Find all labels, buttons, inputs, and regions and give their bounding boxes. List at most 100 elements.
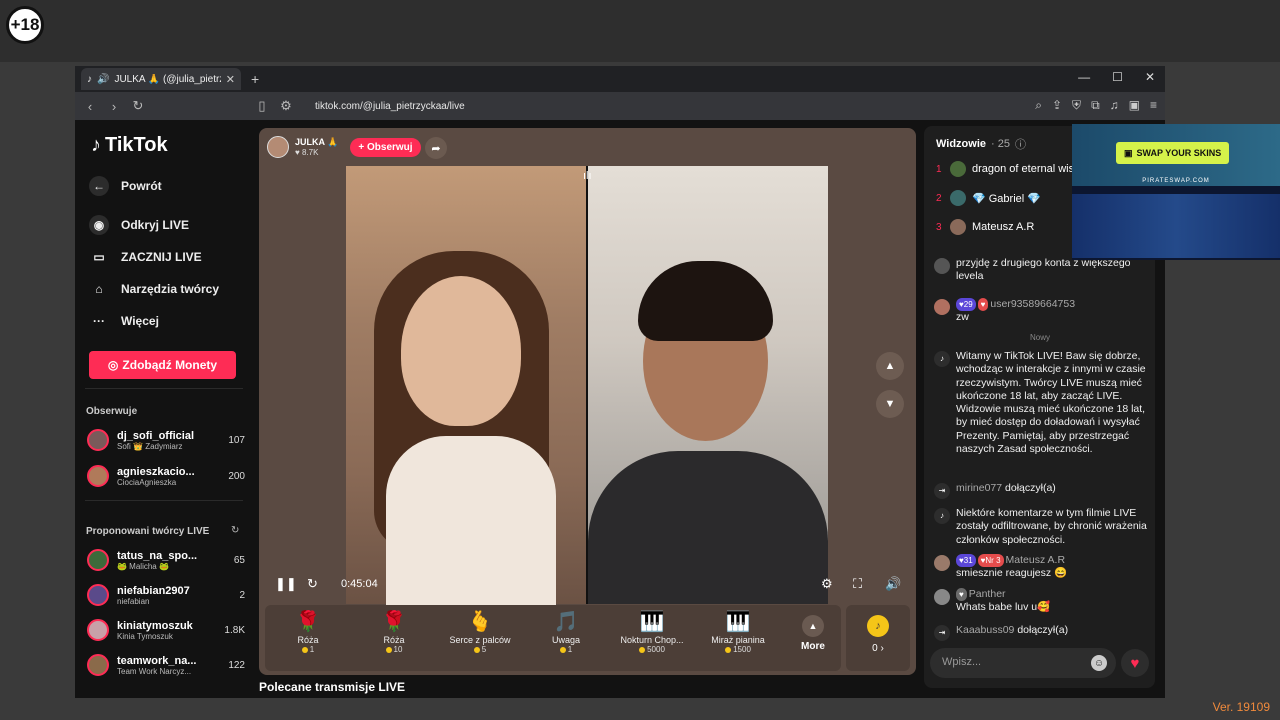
viewers-count: · 25 [991, 138, 1010, 150]
sidebar-item-creator-tools[interactable]: ⌂ Narzędzia twórcy [89, 279, 219, 299]
suggested-account[interactable]: tatus_na_spo... 🐸 Malicha 🐸 65 [87, 544, 245, 576]
ad-cta-button[interactable]: ▣ SWAP YOUR SKINS [1116, 142, 1230, 164]
replay-icon[interactable]: ↻ [307, 576, 318, 592]
tiktok-favicon-icon: ♪ [87, 73, 92, 85]
arrow-left-icon: ← [89, 176, 109, 196]
previous-stream-button[interactable]: ▲ [876, 352, 904, 380]
gift-item[interactable]: 🫰 Serce z palców 5 [437, 609, 523, 654]
sidebar-item-start-live[interactable]: ▭ ZACZNIJ LIVE [89, 247, 201, 267]
minimize-icon[interactable]: — [1078, 70, 1090, 84]
toolbar-icons: ⌕ ⇪ ⛨ ⧉ ♫ ▣ ≡ [1035, 98, 1157, 113]
tiktok-icon: ♪ [934, 351, 950, 367]
viewer-rank: 2 [936, 192, 942, 204]
tiktok-logo[interactable]: ♪ TikTok [91, 134, 168, 157]
back-link[interactable]: ← Powrót [89, 176, 162, 196]
shield-icon[interactable]: ⛨ [1072, 98, 1081, 113]
viewer-rank: 1 [936, 163, 942, 175]
live-player: ılı JULKA 🙏 ♥ 8.7K + Obserwuj ➦ ▲ ▼ ❚❚ ↻… [259, 128, 916, 675]
top-viewer[interactable]: 2 💎 Gabriel 💎 [936, 190, 1041, 206]
bookmark-icon[interactable]: ▯ [255, 98, 269, 114]
gift-item[interactable]: 🌹 Róża 1 [265, 609, 351, 654]
avatar [87, 429, 109, 451]
maximize-icon[interactable]: ☐ [1112, 70, 1123, 84]
reload-icon[interactable]: ↻ [131, 98, 145, 114]
gift-item[interactable]: 🎵 Uwaga 1 [523, 609, 609, 654]
sidebar-item-more[interactable]: ··· Więcej [89, 311, 159, 331]
avatar [934, 555, 950, 571]
share-icon[interactable]: ⇪ [1052, 98, 1062, 113]
suggested-title: Proponowani twórcy LIVE [86, 526, 210, 537]
audio-icon[interactable]: 🔊 [97, 74, 109, 85]
suggested-account[interactable]: niefabian2907 niefabian 2 [87, 579, 245, 611]
follow-button[interactable]: + Obserwuj [350, 137, 421, 157]
gift-name: Serce z palców [449, 635, 511, 645]
pause-icon[interactable]: ❚❚ [275, 576, 297, 592]
gift-item[interactable]: 🌹 Róża 10 [351, 609, 437, 654]
tiktok-icon: ♪ [934, 508, 950, 524]
back-icon[interactable]: ‹ [83, 99, 97, 114]
sidebar-item-label: Więcej [121, 314, 159, 328]
zoom-icon[interactable]: ⌕ [1035, 98, 1042, 113]
following-account[interactable]: agnieszkacio... CiociaAgnieszka 200 [87, 460, 245, 492]
get-coins-button[interactable]: ◎ Zdobądź Monety [89, 351, 236, 379]
refresh-icon[interactable]: ↻ [231, 525, 239, 536]
ad-banner[interactable]: ▣ SWAP YOUR SKINS PIRATESWAP.COM [1072, 124, 1280, 260]
tiktok-coin-icon: ♪ [867, 615, 889, 637]
more-gifts-button[interactable]: ▲ More [793, 611, 833, 652]
info-icon[interactable]: ⓘ [1015, 136, 1026, 152]
audio-wave-icon[interactable]: ılı [583, 170, 592, 182]
url-field[interactable]: tiktok.com/@julia_pietrzyckaa/live [315, 101, 465, 112]
forward-icon[interactable]: › [107, 99, 121, 114]
volume-icon[interactable]: 🔊 [885, 576, 901, 592]
new-tab-button[interactable]: + [251, 71, 259, 87]
message-user[interactable]: Kaaabuss09 [956, 624, 1014, 636]
host-avatar[interactable] [267, 136, 289, 158]
host-name[interactable]: JULKA 🙏 [295, 137, 338, 148]
video-area[interactable]: ılı [346, 166, 828, 606]
suggested-account[interactable]: kiniatymoszuk Kinia Tymoszuk 1.8K [87, 614, 245, 646]
following-account[interactable]: dj_sofi_official Sofi 👑 Zadymiarz 107 [87, 424, 245, 456]
coin-balance: 0 › [872, 643, 884, 654]
tiktok-page: ♪ TikTok ← Powrót ◉ Odkryj LIVE ▭ ZACZNI… [75, 120, 1165, 698]
wallet-icon[interactable]: ▣ [1129, 98, 1140, 113]
gift-item[interactable]: 🎹 Miraż pianina 1500 [695, 609, 781, 654]
message-user[interactable]: mirine077 [956, 482, 1002, 494]
account-name: agnieszkacio... [117, 465, 195, 478]
site-settings-icon[interactable]: ⚙ [279, 98, 293, 114]
like-heart-icon[interactable]: ♥ [1121, 649, 1149, 677]
coin-icon: ◎ [107, 358, 119, 372]
coin-balance-button[interactable]: ♪ 0 › [846, 605, 910, 671]
avatar [87, 465, 109, 487]
next-stream-button[interactable]: ▼ [876, 390, 904, 418]
fullscreen-icon[interactable]: ⛶ [853, 576, 862, 592]
host-face-shape [401, 276, 521, 426]
music-icon[interactable]: ♫ [1110, 98, 1119, 113]
top-viewer[interactable]: 3 Mateusz A.R [936, 219, 1034, 235]
message-user[interactable]: Mateusz A.R [1006, 554, 1066, 566]
browser-tab[interactable]: ♪ 🔊 JULKA 🙏 (@julia_pietrzyckaa ✕ [81, 68, 241, 90]
extensions-icon[interactable]: ⧉ [1091, 98, 1100, 113]
message-text: przyjdę z drugiego konta z większego lev… [956, 257, 1131, 283]
menu-icon[interactable]: ≡ [1150, 98, 1157, 113]
account-sub: CiociaAgnieszka [117, 477, 177, 487]
message-text: Witamy w TikTok LIVE! Baw się dobrze, wc… [956, 350, 1146, 456]
ad-cta-label: SWAP YOUR SKINS [1136, 148, 1222, 158]
tab-bar: ♪ 🔊 JULKA 🙏 (@julia_pietrzyckaa ✕ + — ☐ … [75, 66, 1165, 92]
viewers-header[interactable]: Widzowie · 25 ⓘ [936, 136, 1026, 152]
emoji-icon[interactable]: ☺ [1091, 655, 1107, 671]
rank-value: Nr 3 [985, 556, 1001, 565]
gift-item[interactable]: 🎹 Nokturn Chop... 5000 [609, 609, 695, 654]
close-tab-icon[interactable]: ✕ [226, 73, 235, 86]
avatar [934, 258, 950, 274]
sidebar-item-discover-live[interactable]: ◉ Odkryj LIVE [89, 215, 189, 235]
coin-icon [639, 646, 646, 653]
suggested-account[interactable]: teamwork_na... Team Work Narcyz... 122 [87, 649, 245, 681]
message-user[interactable]: Panther [969, 588, 1006, 600]
message-user[interactable]: user93589664753 [990, 298, 1075, 310]
close-window-icon[interactable]: ✕ [1145, 70, 1155, 84]
chat-input[interactable]: Wpisz... [930, 648, 1116, 678]
settings-gear-icon[interactable]: ⚙ [821, 576, 833, 592]
share-arrow-icon[interactable]: ➦ [425, 137, 447, 159]
chevron-up-icon: ▲ [802, 615, 824, 637]
top-viewer[interactable]: 1 dragon of eternal wis... [936, 161, 1083, 177]
